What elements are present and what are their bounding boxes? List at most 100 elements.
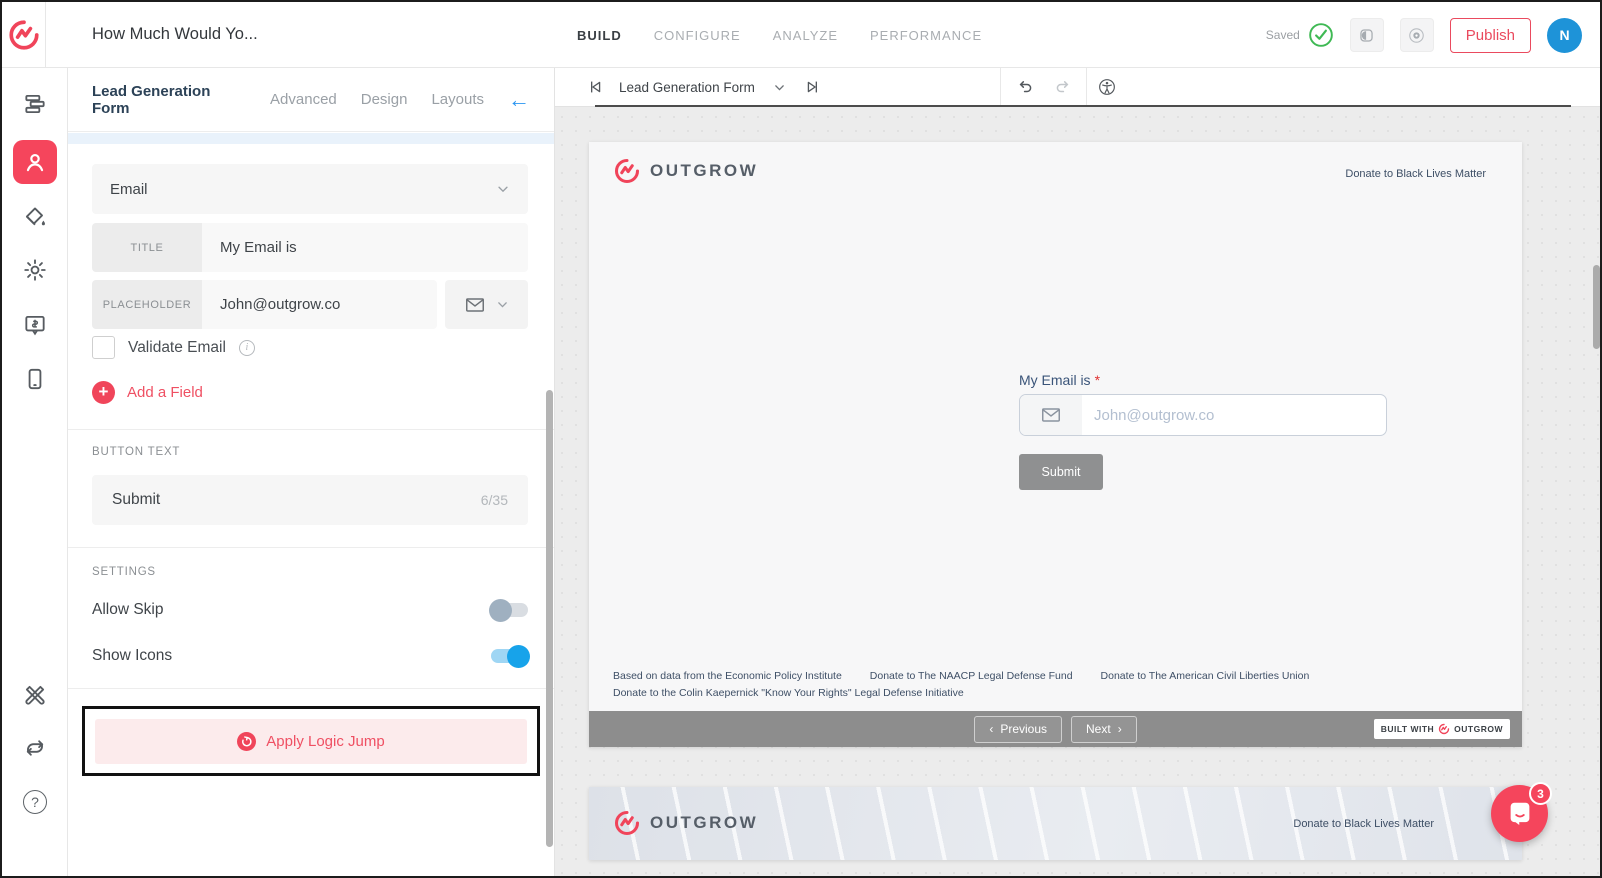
eye-icon xyxy=(1407,26,1426,45)
chat-icon xyxy=(1505,799,1535,829)
saved-label: Saved xyxy=(1266,28,1300,42)
theme-contrast-button[interactable] xyxy=(1350,18,1384,52)
chevron-down-icon xyxy=(496,298,509,311)
built-with-label: BUILT WITH xyxy=(1381,724,1434,734)
add-a-field-button[interactable]: + Add a Field xyxy=(92,381,203,404)
help-icon: ? xyxy=(23,790,47,814)
panel-tab-lead-generation-form[interactable]: Lead Generation Form xyxy=(92,83,246,117)
sidebar-item-design[interactable] xyxy=(13,194,57,238)
sidebar-item-integrations[interactable] xyxy=(13,726,57,770)
document-title[interactable]: How Much Would Yo... xyxy=(92,25,258,44)
field-type-select[interactable]: Email xyxy=(92,164,528,214)
accessibility-button[interactable] xyxy=(1097,68,1117,106)
title-label: TITLE xyxy=(92,223,202,272)
brand-wordmark: OUTGROW xyxy=(650,813,758,833)
placeholder-label: PLACEHOLDER xyxy=(92,280,202,329)
sync-loop-icon xyxy=(22,735,48,761)
button-text-field: 6/35 xyxy=(92,475,528,525)
next-button[interactable]: Next › xyxy=(1071,716,1137,743)
title-row: TITLE xyxy=(92,223,528,272)
outgrow-logo[interactable] xyxy=(2,2,46,68)
panel-scrollbar[interactable] xyxy=(546,390,553,847)
publish-button[interactable]: Publish xyxy=(1450,18,1531,53)
allow-skip-toggle[interactable] xyxy=(491,603,528,617)
skip-to-first-button[interactable] xyxy=(585,68,605,106)
email-input[interactable] xyxy=(1082,395,1386,435)
sidebar-item-tools[interactable] xyxy=(13,673,57,717)
donate-blm-link[interactable]: Donate to Black Lives Matter xyxy=(1293,818,1434,830)
title-input[interactable] xyxy=(202,223,528,272)
sidebar-item-lead-generation[interactable] xyxy=(13,140,57,184)
footer-link[interactable]: Donate to The NAACP Legal Defense Fund xyxy=(870,670,1073,682)
design-tools-icon xyxy=(22,682,48,708)
chevron-left-icon: ‹ xyxy=(989,722,993,736)
saved-status: Saved xyxy=(1266,22,1334,48)
field-icon-select[interactable] xyxy=(445,280,528,329)
toggle-knob xyxy=(489,599,512,622)
chevron-down-icon xyxy=(496,182,510,196)
button-text-input[interactable] xyxy=(112,491,481,509)
panel-tab-advanced[interactable]: Advanced xyxy=(270,91,337,108)
live-preview-card: OUTGROW Donate to Black Lives Matter My … xyxy=(589,142,1522,747)
sidebar-item-mobile[interactable] xyxy=(13,357,57,401)
placeholder-row: PLACEHOLDER xyxy=(92,280,528,329)
person-icon xyxy=(22,149,48,175)
built-with-outgrow-badge[interactable]: BUILT WITH OUTGROW xyxy=(1374,719,1510,739)
validate-email-checkbox[interactable] xyxy=(92,336,115,359)
plus-circle-icon: + xyxy=(92,381,115,404)
donate-blm-link[interactable]: Donate to Black Lives Matter xyxy=(1345,168,1486,180)
preview-submit-button[interactable]: Submit xyxy=(1019,454,1103,490)
next-screen-preview-card: OUTGROW Donate to Black Lives Matter xyxy=(589,787,1522,860)
scrolled-row-remnant xyxy=(68,133,554,144)
brand-wordmark: OUTGROW xyxy=(650,161,758,181)
question-selector-dropdown[interactable]: Lead Generation Form xyxy=(619,68,786,106)
contrast-icon xyxy=(1357,26,1376,45)
email-input-wrap xyxy=(1019,394,1387,436)
topbar-actions: Saved Publish N xyxy=(1266,2,1582,68)
tab-performance[interactable]: PERFORMANCE xyxy=(870,28,982,43)
saved-check-icon xyxy=(1308,22,1334,48)
placeholder-input[interactable] xyxy=(202,280,437,329)
preview-nav-bar: ‹ Previous Next › BUILT WITH OUTGROW xyxy=(589,711,1522,747)
toolbar-separator xyxy=(1000,68,1001,106)
footer-link[interactable]: Donate to the Colin Kaepernick "Know You… xyxy=(613,687,964,699)
footer-link[interactable]: Donate to The American Civil Liberties U… xyxy=(1101,670,1310,682)
envelope-icon xyxy=(464,294,486,316)
tab-build[interactable]: BUILD xyxy=(577,28,622,43)
user-avatar[interactable]: N xyxy=(1547,18,1582,53)
toolbar-separator xyxy=(1086,68,1087,106)
app-window: How Much Would Yo... BUILD CONFIGURE ANA… xyxy=(0,0,1602,878)
panel-tab-design[interactable]: Design xyxy=(361,91,408,108)
redo-button[interactable] xyxy=(1053,68,1073,106)
outgrow-logo-icon xyxy=(1438,723,1450,735)
previous-button[interactable]: ‹ Previous xyxy=(974,716,1062,743)
sidebar-item-settings[interactable] xyxy=(13,248,57,292)
apply-logic-jump-button[interactable]: Apply Logic Jump xyxy=(95,719,527,764)
tab-configure[interactable]: CONFIGURE xyxy=(654,28,741,43)
apply-logic-jump-label: Apply Logic Jump xyxy=(266,733,384,750)
next-label: Next xyxy=(1086,722,1111,736)
panel-tab-layouts[interactable]: Layouts xyxy=(431,91,484,108)
sidebar-item-help[interactable]: ? xyxy=(13,780,57,824)
info-icon[interactable]: i xyxy=(239,340,255,356)
tab-analyze[interactable]: ANALYZE xyxy=(773,28,838,43)
payment-dollar-icon xyxy=(22,312,48,338)
footer-link[interactable]: Based on data from the Economic Policy I… xyxy=(613,670,842,682)
show-icons-label: Show Icons xyxy=(92,647,172,665)
validate-email-row: Validate Email i xyxy=(92,336,255,359)
skip-to-next-button[interactable] xyxy=(803,68,823,106)
undo-button[interactable] xyxy=(1015,68,1035,106)
sidebar-item-questions[interactable] xyxy=(13,82,57,126)
main-nav: BUILD CONFIGURE ANALYZE PERFORMANCE xyxy=(577,2,982,68)
preview2-brand: OUTGROW xyxy=(613,809,758,837)
canvas-scrollbar[interactable] xyxy=(1593,265,1600,349)
preview-eye-button[interactable] xyxy=(1400,18,1434,52)
divider xyxy=(68,547,554,548)
collapse-panel-arrow-icon[interactable]: ← xyxy=(508,89,530,111)
chat-widget-button[interactable]: 3 xyxy=(1491,785,1548,842)
show-icons-toggle[interactable] xyxy=(491,649,528,663)
preview-brand: OUTGROW xyxy=(613,157,758,185)
canvas-top-rule xyxy=(595,105,1571,107)
built-with-brand: OUTGROW xyxy=(1454,724,1503,734)
sidebar-item-payments[interactable] xyxy=(13,303,57,347)
